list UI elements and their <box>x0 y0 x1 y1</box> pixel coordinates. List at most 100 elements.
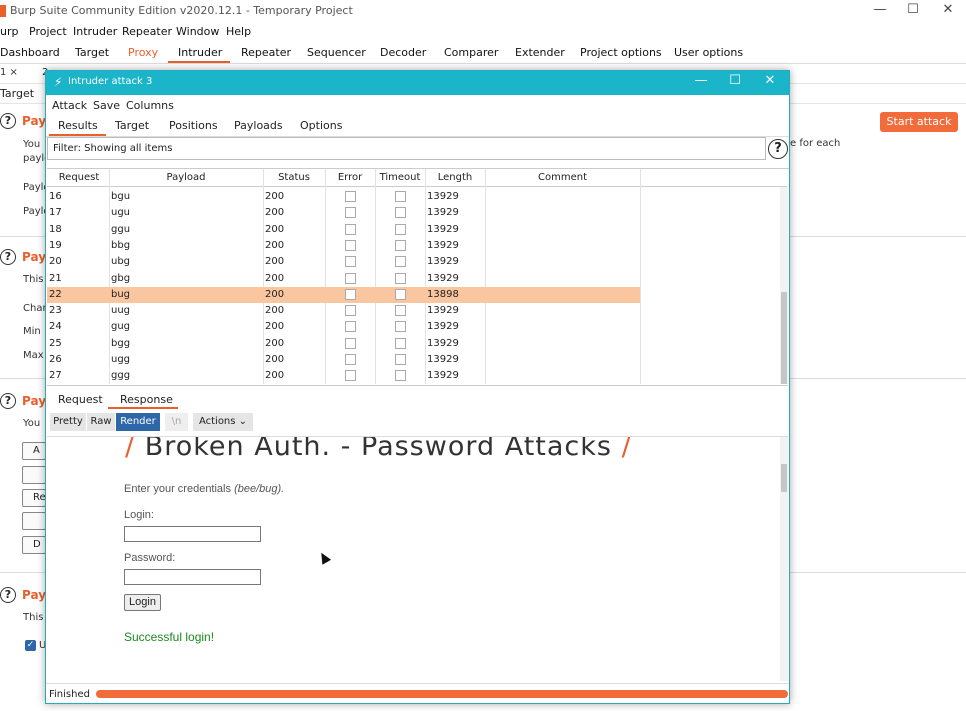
login-input[interactable] <box>124 526 261 542</box>
tab-sequencer[interactable]: Sequencer <box>307 46 366 59</box>
table-row[interactable]: 19 bbg 200 13929 <box>47 238 640 254</box>
table-row[interactable]: 26 ugg 200 13929 <box>47 352 640 368</box>
tab-results[interactable]: Results <box>58 119 98 132</box>
tab-intruder[interactable]: Intruder <box>178 46 222 59</box>
tab-proxy[interactable]: Proxy <box>128 46 158 59</box>
tab-target[interactable]: Target <box>115 119 149 132</box>
edit-rule-button[interactable] <box>22 466 46 484</box>
maximize-button[interactable]: ☐ <box>720 73 750 88</box>
tab-repeater[interactable]: Repeater <box>241 46 291 59</box>
minimize-button[interactable]: — <box>686 73 716 88</box>
scrollbar-thumb[interactable] <box>781 292 787 384</box>
tab-project-options[interactable]: Project options <box>580 46 662 59</box>
menu-project[interactable]: Project <box>29 25 67 38</box>
cell-status: 200 <box>265 256 285 268</box>
down-rule-button[interactable]: D <box>22 536 46 554</box>
table-row[interactable]: 25 bgg 200 13929 <box>47 336 640 352</box>
minimize-button[interactable]: — <box>862 0 898 22</box>
cell-length: 13929 <box>427 239 459 251</box>
table-row[interactable]: 18 ggu 200 13929 <box>47 222 640 238</box>
tab-extender[interactable]: Extender <box>515 46 565 59</box>
column-header-length[interactable]: Length <box>425 172 485 183</box>
tab-dashboard[interactable]: Dashboard <box>0 46 60 59</box>
main-window-title: Burp Suite Community Edition v2020.12.1 … <box>10 4 353 17</box>
menu-help[interactable]: Help <box>226 25 251 38</box>
close-button[interactable]: ✕ <box>755 73 785 88</box>
table-row[interactable]: 16 bgu 200 13929 <box>47 189 640 205</box>
results-scrollbar[interactable] <box>780 187 788 384</box>
cell-payload: ggg <box>111 370 131 382</box>
menu-repeater[interactable]: Repeater <box>122 25 172 38</box>
table-row[interactable]: 20 ubg 200 13929 <box>47 254 640 270</box>
column-header-payload[interactable]: Payload <box>109 172 263 183</box>
newline-toggle-button[interactable]: \n <box>165 413 188 431</box>
tab-payloads[interactable]: Payloads <box>234 119 283 132</box>
table-row[interactable]: 23 uug 200 13929 <box>47 303 640 319</box>
cell-payload: bbg <box>111 239 131 251</box>
table-row[interactable]: 22 bug 200 13898 <box>47 286 640 303</box>
table-row[interactable]: 17 ugu 200 13929 <box>47 205 640 221</box>
tab-comparer[interactable]: Comparer <box>444 46 498 59</box>
url-encode-checkbox[interactable]: ✓ <box>25 640 36 651</box>
intruder-attack-window: ⚡ Intruder attack 3 — ☐ ✕ Attack Save Co… <box>45 70 790 704</box>
tab-decoder[interactable]: Decoder <box>380 46 426 59</box>
menu-attack[interactable]: Attack <box>52 99 87 112</box>
scrollbar-thumb[interactable] <box>781 464 787 492</box>
rule-button[interactable] <box>22 512 46 530</box>
help-icon[interactable]: ? <box>0 587 16 603</box>
menu-burp[interactable]: urp <box>0 25 18 38</box>
response-scrollbar[interactable] <box>780 437 788 681</box>
column-header-status[interactable]: Status <box>263 172 325 183</box>
cell-status: 200 <box>265 321 285 333</box>
add-rule-button[interactable]: A <box>22 442 46 460</box>
menu-window[interactable]: Window <box>176 25 219 38</box>
raw-button[interactable]: Raw <box>87 413 115 431</box>
help-icon[interactable]: ? <box>0 249 16 265</box>
attack-window-title: Intruder attack 3 <box>68 76 153 87</box>
column-header-error[interactable]: Error <box>325 172 375 183</box>
tab-options[interactable]: Options <box>300 119 342 132</box>
sub-tab-1[interactable]: 1 × <box>0 67 18 78</box>
main-title-bar: Burp Suite Community Edition v2020.12.1 … <box>0 0 966 22</box>
menu-save[interactable]: Save <box>93 99 120 112</box>
filter-text: Filter: Showing all items <box>53 143 173 154</box>
maximize-button[interactable]: ☐ <box>895 0 931 22</box>
progress-fill <box>96 690 788 698</box>
pretty-button[interactable]: Pretty <box>50 413 86 431</box>
help-icon[interactable]: ? <box>768 139 788 159</box>
help-icon[interactable]: ? <box>0 393 16 409</box>
table-row[interactable]: 24 gug 200 13929 <box>47 319 640 335</box>
cell-length: 13929 <box>427 272 459 284</box>
tab-response[interactable]: Response <box>120 393 173 406</box>
status-text: Finished <box>49 689 90 700</box>
column-header-request[interactable]: Request <box>49 172 109 183</box>
inner-tab-target[interactable]: Target <box>0 87 34 100</box>
table-row[interactable]: 21 gbg 200 13929 <box>47 271 640 287</box>
attack-progress-bar <box>96 690 788 698</box>
menu-intruder[interactable]: Intruder <box>73 25 117 38</box>
cell-payload: bgg <box>111 337 131 349</box>
render-button[interactable]: Render <box>116 413 160 431</box>
column-header-comment[interactable]: Comment <box>485 172 640 183</box>
tab-positions[interactable]: Positions <box>169 119 218 132</box>
password-input[interactable] <box>124 569 261 585</box>
filter-bar[interactable]: Filter: Showing all items <box>47 137 766 160</box>
menu-columns[interactable]: Columns <box>126 99 174 112</box>
close-button[interactable]: ✕ <box>930 0 966 22</box>
remove-rule-button[interactable]: Re <box>22 489 46 507</box>
login-button[interactable]: Login <box>124 594 161 611</box>
help-icon[interactable]: ? <box>0 113 16 129</box>
timeout-checkbox <box>395 321 406 333</box>
tab-request[interactable]: Request <box>58 393 103 406</box>
start-attack-button[interactable]: Start attack <box>880 112 958 132</box>
active-tab-indicator <box>168 61 230 63</box>
tab-target[interactable]: Target <box>75 46 109 59</box>
message-tabs: Request Response <box>46 389 789 409</box>
table-row[interactable]: 27 ggg 200 13929 <box>47 368 640 384</box>
credentials-hint: Enter your credentials (bee/bug). <box>124 483 285 495</box>
actions-dropdown[interactable]: Actions ⌄ <box>193 413 253 431</box>
cell-request: 17 <box>49 207 62 219</box>
column-header-timeout[interactable]: Timeout <box>375 172 425 183</box>
tab-user-options[interactable]: User options <box>674 46 743 59</box>
cell-status: 200 <box>265 191 285 202</box>
